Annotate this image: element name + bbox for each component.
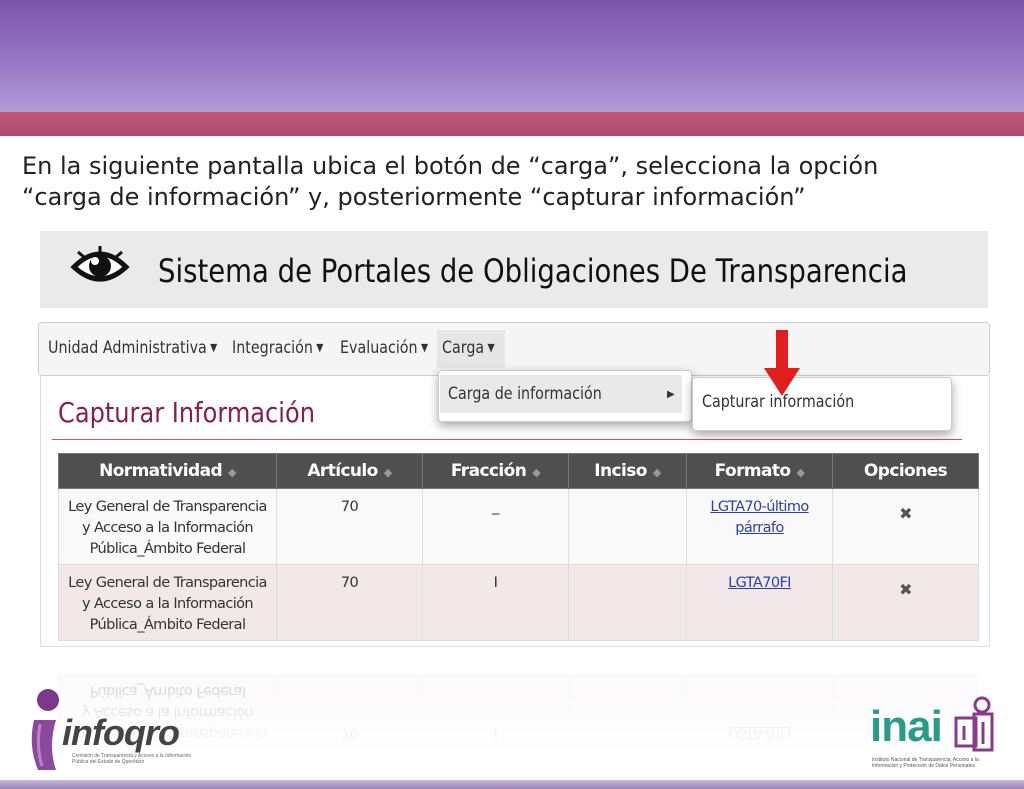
cell-inciso (568, 488, 687, 565)
cell-articulo: 70 (276, 488, 423, 565)
column-header-inciso[interactable]: Inciso ◆ (568, 453, 687, 489)
cell-normatividad: Ley General de Transparencia y Acceso a … (58, 488, 277, 565)
cell-articulo: 70 (276, 564, 423, 641)
table-row: Ley General de Transparencia y Acceso a … (58, 564, 979, 641)
infoqro-tagline: Comisión de Transparencia y Acceso a la … (72, 753, 192, 765)
cell-opciones: ✖ (832, 488, 979, 565)
column-header-formato[interactable]: Formato ◆ (686, 453, 833, 489)
cell-inciso (568, 564, 687, 641)
instruction-text: En la siguiente pantalla ubica el botón … (22, 151, 1002, 213)
column-header-fraccion[interactable]: Fracción ◆ (422, 453, 569, 489)
close-icon[interactable]: ✖ (899, 579, 912, 600)
sort-icon: ◆ (796, 466, 805, 479)
arrow-down-icon (764, 330, 800, 396)
column-header-opciones: Opciones (832, 453, 979, 489)
column-header-articulo[interactable]: Artículo ◆ (276, 453, 423, 489)
inai-wordmark: inai (870, 702, 943, 751)
caret-down-icon: ▼ (487, 341, 495, 354)
heading-divider (52, 439, 962, 440)
close-icon[interactable]: ✖ (899, 503, 912, 524)
cell-opciones: ✖ (832, 564, 979, 641)
cell-fraccion: _ (422, 488, 569, 565)
nav-label: Carga (442, 338, 485, 358)
nav-item-integracion[interactable]: Integración ▼ (232, 338, 323, 358)
caret-down-icon: ▼ (316, 341, 324, 354)
menu-item-carga-de-informacion[interactable]: Carga de información (448, 384, 602, 404)
bottom-band (0, 780, 1024, 789)
instruction-line-2: “carga de información” y, posteriormente… (22, 183, 806, 211)
top-accent-stripe (0, 112, 1024, 136)
nav-label: Integración (232, 338, 313, 358)
nav-label: Evaluación (340, 338, 418, 358)
page-title: Capturar Información (58, 396, 315, 429)
sort-icon: ◆ (532, 466, 541, 479)
infoqro-wordmark: infoqro (62, 712, 180, 753)
inai-person-icon (954, 696, 994, 752)
table-header-row: Normatividad ◆ Artículo ◆ Fracción ◆ Inciso… (58, 453, 979, 489)
sort-icon: ◆ (652, 466, 661, 479)
cell-normatividad: Ley General de Transparencia y Acceso a … (58, 564, 277, 641)
column-header-normatividad[interactable]: Normatividad ◆ (58, 453, 277, 489)
top-header-band (0, 0, 1024, 112)
eye-icon (70, 246, 130, 282)
cell-fraccion: I (422, 564, 569, 641)
caret-down-icon: ▼ (210, 341, 218, 354)
obligations-table: Normatividad ◆ Artículo ◆ Fracción ◆ Inciso… (58, 453, 979, 641)
nav-item-unidad-administrativa[interactable]: Unidad Administrativa ▼ (48, 338, 217, 358)
instruction-line-1: En la siguiente pantalla ubica el botón … (22, 152, 879, 180)
formato-link[interactable]: LGTA70-último párrafo (710, 499, 809, 536)
caret-down-icon: ▼ (420, 341, 429, 354)
cell-formato: LGTA70FI (686, 564, 833, 641)
portal-title: Sistema de Portales de Obligaciones De T… (158, 252, 908, 290)
nav-item-carga[interactable]: Carga ▼ (442, 338, 495, 358)
nav-item-evaluacion[interactable]: Evaluación ▼ (340, 338, 428, 358)
table-row: Ley General de Transparencia y Acceso a … (58, 488, 979, 565)
chevron-right-icon: ▶ (667, 389, 675, 400)
formato-link[interactable]: LGTA70FI (728, 575, 791, 591)
sort-icon: ◆ (383, 466, 392, 479)
sort-icon: ◆ (228, 466, 236, 479)
nav-label: Unidad Administrativa (48, 338, 207, 358)
inai-tagline: Instituto Nacional de Transparencia, Acc… (872, 757, 979, 769)
cell-formato: LGTA70-último párrafo (686, 488, 833, 565)
